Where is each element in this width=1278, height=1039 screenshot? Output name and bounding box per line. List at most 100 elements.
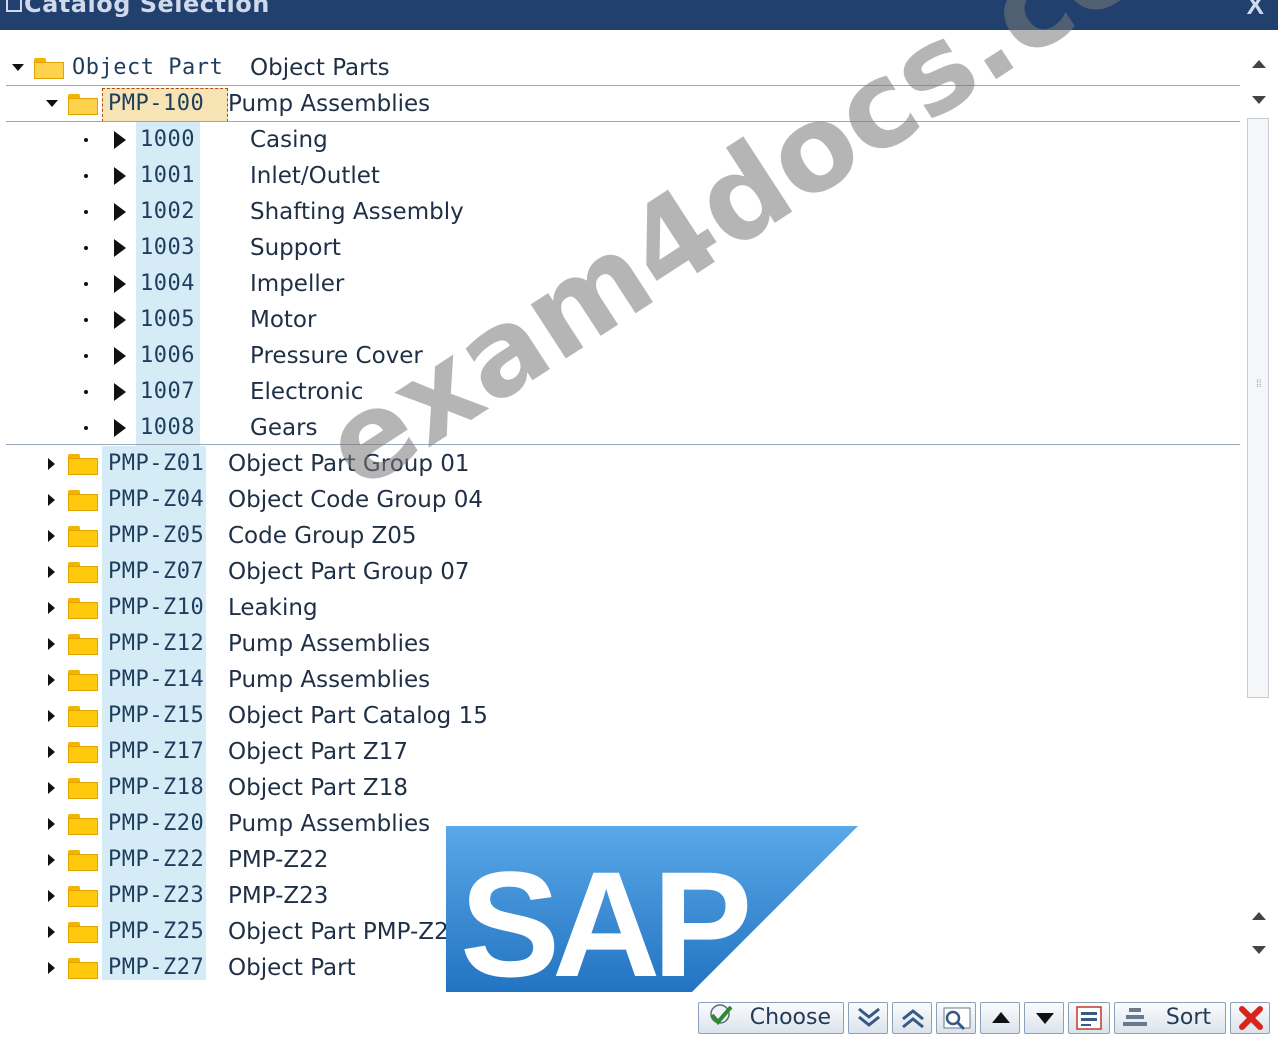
tree-node-group[interactable]: PMP-Z04 Object Code Group 04 (6, 482, 1246, 518)
scroll-down-icon[interactable] (1252, 96, 1266, 104)
bottom-toolbar: Choose Sort (0, 992, 1278, 1034)
tree-node-group[interactable]: PMP-Z17 Object Part Z17 (6, 734, 1246, 770)
find-button[interactable] (936, 1002, 976, 1034)
expand-node-icon[interactable] (48, 494, 55, 506)
folder-body (68, 566, 98, 583)
expand-node-icon[interactable] (48, 674, 55, 686)
expand-node-icon[interactable] (48, 890, 55, 902)
scrollbar-thumb[interactable]: ⁞⁞ (1247, 118, 1269, 698)
node-code: PMP-Z15 (108, 703, 205, 728)
expand-node-icon[interactable] (48, 962, 55, 974)
tree-leaf-row[interactable]: 1004 Impeller (6, 266, 1246, 302)
expand-node-icon[interactable] (48, 638, 55, 650)
tree-node-group-expanded[interactable]: PMP-100 Pump Assemblies (6, 86, 1246, 122)
tree-leaf-row[interactable]: 1007 Electronic (6, 374, 1246, 410)
leaf-description: Shafting Assembly (250, 199, 464, 225)
expand-node-icon[interactable] (48, 782, 55, 794)
window-menu-icon[interactable] (6, 0, 22, 12)
folder-body (68, 530, 98, 547)
tree-node-group[interactable]: PMP-Z15 Object Part Catalog 15 (6, 698, 1246, 734)
folder-icon (68, 598, 98, 619)
close-window-button[interactable]: X (1247, 0, 1264, 21)
tree-dot-icon (84, 246, 88, 250)
tree-node-group[interactable]: PMP-Z10 Leaking (6, 590, 1246, 626)
details-button[interactable] (1068, 1002, 1110, 1034)
node-code: PMP-Z14 (108, 667, 205, 692)
folder-icon (68, 670, 98, 691)
tree-dot-icon (84, 426, 88, 430)
move-down-button[interactable] (1024, 1002, 1064, 1034)
node-code: PMP-100 (108, 91, 205, 116)
scroll-up-icon[interactable] (1252, 912, 1266, 920)
node-description: PMP-Z23 (228, 883, 329, 909)
node-description: Object Part (228, 955, 356, 980)
tree-node-group[interactable]: PMP-Z07 Object Part Group 07 (6, 554, 1246, 590)
tree-leaf-row[interactable]: 1001 Inlet/Outlet (6, 158, 1246, 194)
scroll-up-icon[interactable] (1252, 60, 1266, 68)
folder-icon (68, 562, 98, 583)
vertical-scrollbar[interactable]: ⁞⁞ (1246, 50, 1272, 980)
scroll-down-icon[interactable] (1252, 946, 1266, 954)
expand-node-icon[interactable] (48, 710, 55, 722)
tree-node-group[interactable]: PMP-Z01 Object Part Group 01 (6, 446, 1246, 482)
leaf-node-icon (114, 383, 126, 401)
folder-icon (68, 634, 98, 655)
expand-node-icon[interactable] (48, 530, 55, 542)
leaf-node-icon (114, 167, 126, 185)
tree-node-group[interactable]: PMP-Z14 Pump Assemblies (6, 662, 1246, 698)
tree-node-root[interactable]: Object Part Object Parts (6, 50, 1246, 86)
leaf-node-icon (114, 347, 126, 365)
node-code: PMP-Z27 (108, 955, 205, 980)
arrow-up-icon (992, 1012, 1010, 1023)
folder-icon (68, 958, 98, 979)
folder-body (68, 710, 98, 727)
node-description: Pump Assemblies (228, 631, 431, 657)
sort-button[interactable]: Sort (1114, 1002, 1226, 1034)
node-code: PMP-Z07 (108, 559, 205, 584)
tree-leaf-row[interactable]: 1002 Shafting Assembly (6, 194, 1246, 230)
folder-body (68, 782, 98, 799)
choose-label: Choose (749, 1005, 831, 1030)
move-up-button[interactable] (980, 1002, 1020, 1034)
leaf-code: 1003 (140, 235, 195, 260)
leaf-code: 1001 (140, 163, 195, 188)
leaf-description: Impeller (250, 271, 345, 297)
expand-node-icon[interactable] (48, 818, 55, 830)
tree-node-group[interactable]: PMP-Z12 Pump Assemblies (6, 626, 1246, 662)
tree-leaf-row[interactable]: 1008 Gears (6, 410, 1246, 446)
collapse-node-icon[interactable] (12, 64, 24, 71)
expand-node-icon[interactable] (48, 854, 55, 866)
node-code: PMP-Z22 (108, 847, 205, 872)
expand-node-icon[interactable] (48, 602, 55, 614)
tree-node-group[interactable]: PMP-Z18 Object Part Z18 (6, 770, 1246, 806)
expand-node-icon[interactable] (48, 926, 55, 938)
tree-leaf-row[interactable]: 1005 Motor (6, 302, 1246, 338)
collapse-node-icon[interactable] (46, 100, 58, 107)
folder-icon (68, 526, 98, 547)
choose-button[interactable]: Choose (698, 1002, 844, 1034)
section-separator (6, 444, 1240, 445)
expand-node-icon[interactable] (48, 458, 55, 470)
tree-dot-icon (84, 210, 88, 214)
leaf-code: 1006 (140, 343, 195, 368)
tree-node-group[interactable]: PMP-Z05 Code Group Z05 (6, 518, 1246, 554)
node-description: Object Part Z17 (228, 739, 408, 765)
node-description: Pump Assemblies (228, 667, 431, 693)
tree-leaf-row[interactable]: 1000 Casing (6, 122, 1246, 158)
collapse-all-button[interactable] (892, 1002, 932, 1034)
tree-leaf-row[interactable]: 1006 Pressure Cover (6, 338, 1246, 374)
tree-dot-icon (84, 282, 88, 286)
leaf-description: Support (250, 235, 341, 261)
details-icon (1076, 1006, 1102, 1030)
leaf-description: Casing (250, 127, 328, 153)
tree-leaf-row[interactable]: 1003 Support (6, 230, 1246, 266)
folder-body (68, 962, 98, 979)
expand-all-button[interactable] (848, 1002, 888, 1034)
expand-node-icon[interactable] (48, 566, 55, 578)
folder-icon (68, 742, 98, 763)
folder-body (68, 926, 98, 943)
folder-body (68, 98, 98, 115)
expand-node-icon[interactable] (48, 746, 55, 758)
cancel-button[interactable] (1230, 1002, 1270, 1034)
leaf-node-icon (114, 203, 126, 221)
